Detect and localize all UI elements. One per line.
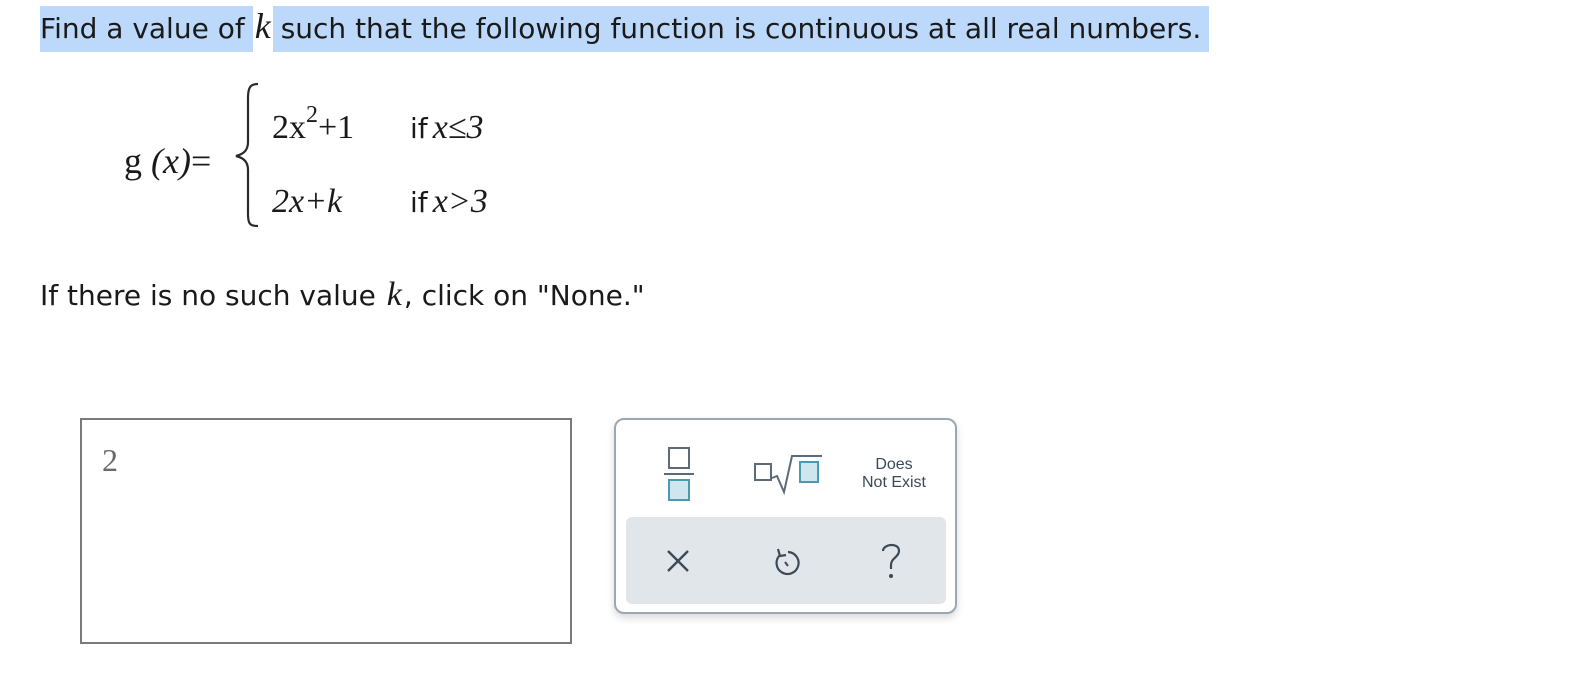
function-name: g bbox=[124, 141, 142, 181]
instruction-variable-k: k bbox=[386, 276, 402, 313]
answer-value: 2 bbox=[102, 442, 118, 478]
question-part1: Find a value of bbox=[40, 6, 253, 52]
instruction-text: If there is no such value k, click on "N… bbox=[40, 272, 645, 319]
dne-line2: Not Exist bbox=[861, 474, 926, 491]
piece1-condition: if x≤3 bbox=[410, 108, 484, 153]
piece1-coef: 2x bbox=[272, 109, 306, 146]
question-text: Find a value of k such that the following … bbox=[40, 3, 1210, 52]
math-palette: Does Not Exist bbox=[614, 418, 957, 614]
does-not-exist-button[interactable]: Does Not Exist bbox=[846, 456, 942, 492]
nth-root-icon[interactable] bbox=[752, 452, 824, 496]
function-lhs: g (x)= bbox=[124, 138, 211, 184]
fraction-icon[interactable] bbox=[662, 446, 696, 502]
question-part2: such that the following function is cont… bbox=[272, 6, 1210, 52]
clear-icon[interactable] bbox=[666, 549, 690, 573]
function-argument: (x) bbox=[151, 141, 191, 181]
palette-actions bbox=[626, 517, 946, 604]
instruction-part1: If there is no such value bbox=[40, 279, 376, 312]
piece1-if: if bbox=[410, 112, 428, 145]
piece1-rest: +1 bbox=[318, 109, 355, 146]
piece2-cond: x>3 bbox=[432, 183, 488, 220]
dne-line1: Does bbox=[875, 456, 913, 473]
instruction-part2: , click on "None." bbox=[403, 279, 645, 312]
left-brace-icon bbox=[235, 82, 259, 228]
piece1-cond: x≤3 bbox=[432, 109, 484, 146]
answer-input[interactable]: 2 bbox=[80, 418, 572, 644]
undo-icon[interactable] bbox=[772, 547, 800, 577]
piece1-expression: 2x2+1 bbox=[272, 102, 355, 151]
help-icon[interactable] bbox=[880, 541, 902, 581]
piece2-condition: if x>3 bbox=[410, 182, 488, 227]
piece1-exponent: 2 bbox=[306, 102, 318, 128]
question-variable-k: k bbox=[254, 6, 271, 46]
piece2-if: if bbox=[410, 186, 428, 219]
piece2-expression: 2x+k bbox=[272, 182, 342, 222]
piece2-expr: 2x+k bbox=[272, 183, 343, 220]
function-equals: = bbox=[190, 141, 212, 181]
